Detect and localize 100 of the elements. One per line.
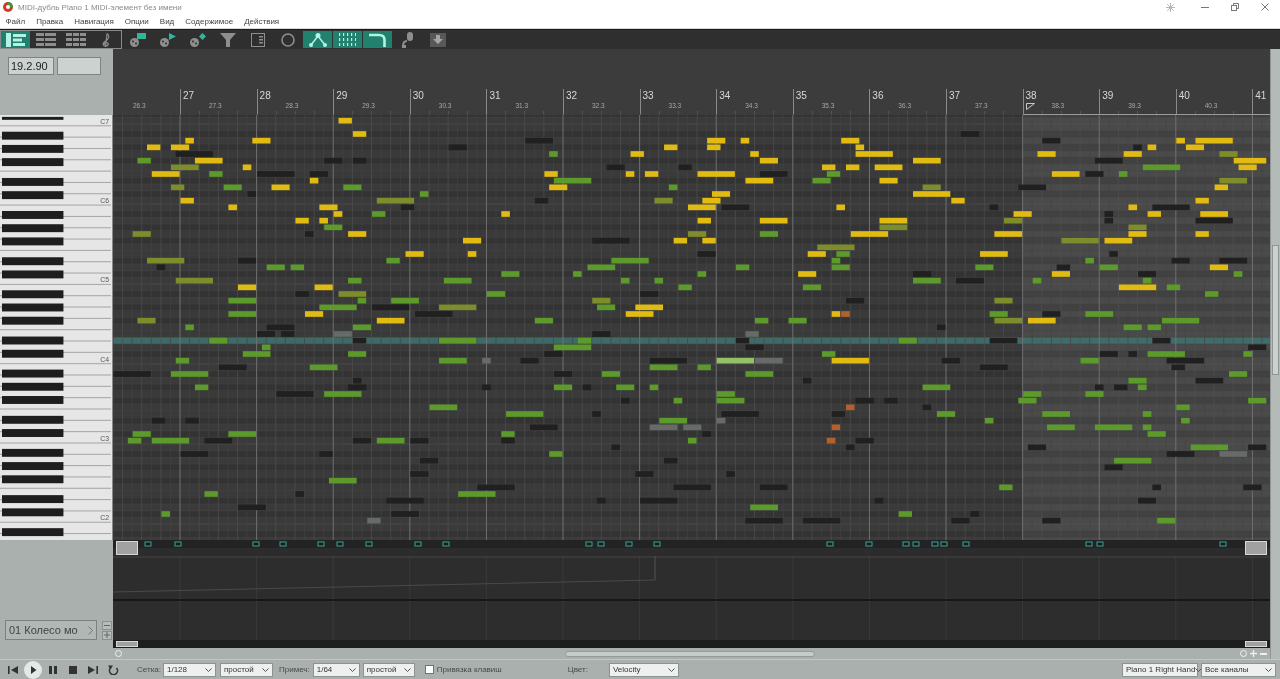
midi-note[interactable] [151,171,180,177]
midi-note[interactable] [319,304,357,311]
piano-key[interactable] [2,270,64,279]
midi-note[interactable] [994,317,1023,324]
lane-selector[interactable]: 01 Колесо мо [5,620,97,640]
midi-note[interactable] [1123,151,1142,157]
midi-note[interactable] [553,384,573,391]
piano-key[interactable] [2,131,64,140]
menu-item[interactable]: Опции [119,16,155,26]
midi-note[interactable] [587,264,616,271]
midi-note[interactable] [1214,184,1228,191]
midi-note[interactable] [290,264,304,271]
midi-note[interactable] [228,297,257,304]
midi-note[interactable] [759,231,778,237]
midi-note[interactable] [266,264,285,271]
midi-note[interactable] [716,397,745,404]
midi-note[interactable] [357,297,367,304]
midi-note[interactable] [855,151,893,157]
midi-note[interactable] [338,291,367,297]
midi-note[interactable] [1248,397,1267,404]
piano-key[interactable] [2,415,64,424]
midi-note[interactable] [697,364,711,371]
midi-note[interactable] [439,357,467,364]
midi-note[interactable] [697,271,707,277]
midi-note[interactable] [625,311,654,317]
midi-note[interactable] [1013,211,1032,217]
midi-note[interactable] [352,131,367,137]
midi-note[interactable] [170,164,199,171]
midi-note[interactable] [429,404,458,411]
midi-note[interactable] [1147,211,1161,217]
toolbar-button[interactable] [363,31,392,48]
midi-note[interactable] [1176,137,1185,144]
midi-note[interactable] [678,284,692,291]
midi-note[interactable] [807,251,826,257]
piano-key[interactable] [2,448,64,457]
midi-note[interactable] [874,164,903,171]
midi-note[interactable] [1027,317,1056,324]
piano-key[interactable] [2,191,64,200]
horizontal-scrollbar[interactable] [113,648,1270,659]
midi-note[interactable] [707,144,721,151]
midi-note[interactable] [936,411,956,417]
midi-note[interactable] [802,284,822,291]
midi-note[interactable] [343,184,362,191]
midi-note[interactable] [702,197,721,204]
note-type-dropdown[interactable]: простой [362,662,415,677]
midi-note[interactable] [879,224,908,231]
midi-note[interactable] [879,177,898,184]
midi-note[interactable] [1138,384,1147,391]
midi-note[interactable] [1142,277,1152,284]
midi-note[interactable] [879,217,908,224]
midi-note[interactable] [697,217,711,224]
midi-note[interactable] [137,317,156,324]
midi-note[interactable] [238,284,257,291]
midi-note[interactable] [659,417,687,424]
piano-key[interactable] [2,224,64,233]
midi-note[interactable] [376,437,405,444]
midi-note[interactable] [271,184,290,191]
midi-note[interactable] [419,191,429,197]
midi-note[interactable] [1185,144,1205,151]
midi-note[interactable] [147,144,161,151]
midi-note[interactable] [654,277,664,284]
midi-note[interactable] [913,157,941,164]
midi-note[interactable] [1229,371,1248,377]
midi-note[interactable] [147,257,185,264]
midi-note[interactable] [1018,397,1037,404]
midi-note[interactable] [1051,171,1080,177]
midi-note[interactable] [170,144,190,151]
midi-note[interactable] [673,237,687,244]
midi-note[interactable] [242,164,252,171]
toolbar-button[interactable] [303,31,332,48]
menu-item[interactable]: Содержимое [179,16,239,26]
midi-note[interactable] [913,191,951,197]
midi-note[interactable] [127,437,142,444]
midi-note[interactable] [151,437,190,444]
midi-note[interactable] [170,184,185,191]
midi-note[interactable] [348,277,362,284]
midi-note[interactable] [238,257,257,264]
midi-note[interactable] [467,251,477,257]
midi-note[interactable] [664,144,678,151]
midi-note[interactable] [348,231,367,237]
grid-type-dropdown[interactable]: простой [220,662,273,677]
midi-note[interactable] [314,284,333,291]
midi-note[interactable] [831,257,841,264]
midi-note[interactable] [759,217,788,224]
midi-note[interactable] [137,157,151,164]
midi-note[interactable] [319,204,338,211]
midi-note[interactable] [376,197,415,204]
midi-note[interactable] [1161,317,1200,324]
midi-note[interactable] [170,371,209,377]
midi-note[interactable] [228,204,237,211]
midi-note[interactable] [621,277,630,284]
menu-item[interactable]: Навигация [68,16,120,26]
transport-button[interactable] [23,660,43,679]
lane-button[interactable] [102,620,112,630]
piano-key[interactable] [2,290,64,299]
midi-note[interactable] [798,271,817,277]
piano-key[interactable] [2,462,64,471]
midi-note[interactable] [348,351,367,357]
midi-note[interactable] [611,257,649,264]
midi-note[interactable] [439,304,477,311]
